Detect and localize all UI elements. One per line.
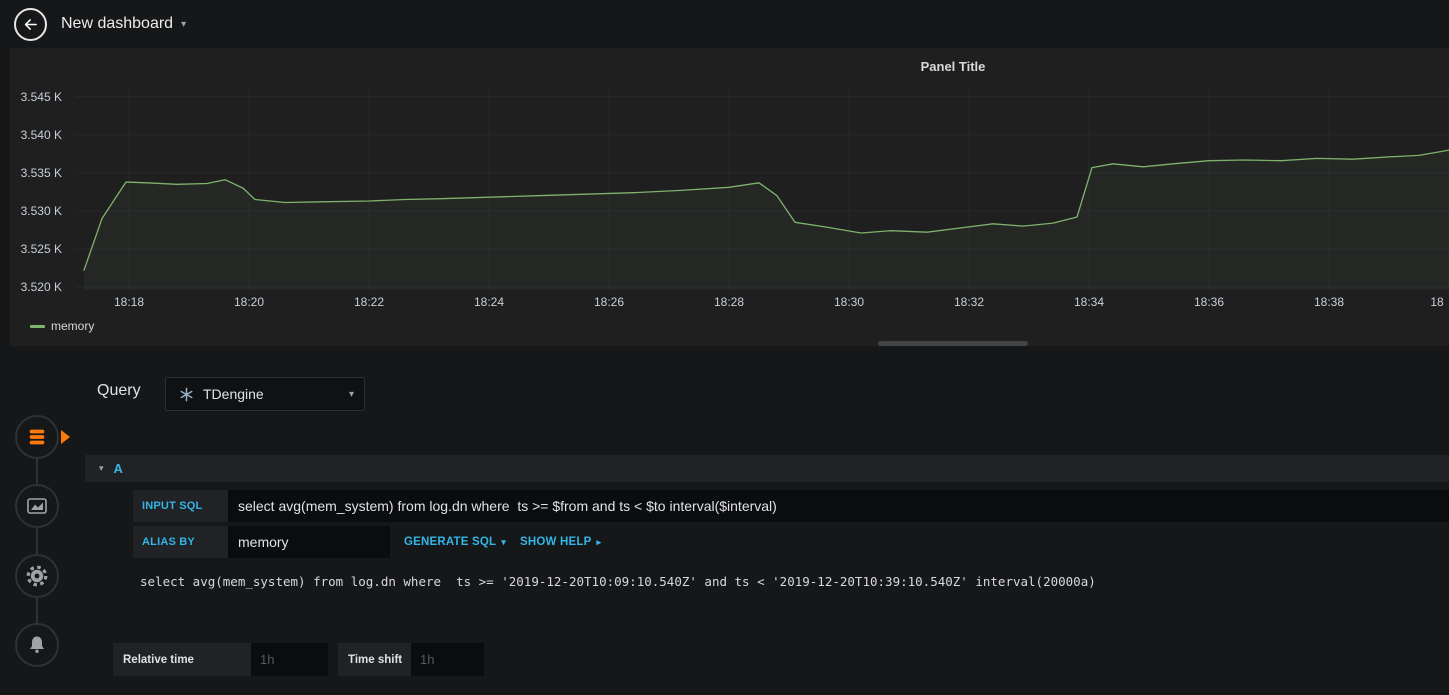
x-axis-tick-label: 18:18 bbox=[113, 295, 145, 309]
input-sql-label: INPUT SQL bbox=[133, 490, 228, 522]
back-button[interactable] bbox=[14, 7, 47, 41]
database-icon bbox=[26, 426, 48, 448]
x-axis-tick-label: 18:22 bbox=[353, 295, 385, 309]
arrow-left-icon bbox=[22, 16, 39, 33]
tab-queries[interactable] bbox=[15, 415, 59, 459]
tab-alert[interactable] bbox=[15, 623, 59, 667]
datasource-name: TDengine bbox=[203, 386, 264, 402]
horizontal-scrollbar[interactable] bbox=[878, 341, 1028, 346]
x-axis-tick-label: 18:28 bbox=[713, 295, 745, 309]
y-axis-tick-label: 3.540 K bbox=[20, 127, 62, 142]
generate-sql-label: GENERATE SQL bbox=[404, 536, 497, 548]
x-axis-tick-label: 18:36 bbox=[1193, 295, 1225, 309]
relative-time-field[interactable] bbox=[251, 643, 328, 676]
query-ref-letter: A bbox=[113, 461, 123, 476]
legend-label: memory bbox=[51, 319, 95, 333]
query-editor: Query TDengine ▾ ▾ A INPUT SQL ALIAS BY … bbox=[85, 365, 1449, 695]
generate-sql-button[interactable]: GENERATE SQL ▾ bbox=[404, 536, 506, 548]
legend-color-dash bbox=[30, 324, 45, 328]
datasource-select[interactable]: TDengine ▾ bbox=[165, 377, 365, 411]
generated-sql-text: select avg(mem_system) from log.dn where… bbox=[140, 574, 1096, 589]
x-axis-tick-label: 18:30 bbox=[833, 295, 865, 309]
query-row-header[interactable]: ▾ A bbox=[85, 455, 1449, 482]
active-tab-arrow-icon bbox=[61, 430, 70, 444]
y-axis-tick-label: 3.530 K bbox=[20, 203, 62, 218]
graph-panel: Panel Title 3.545 K 3.540 K 3.535 K 3.530 K… bbox=[10, 48, 1449, 346]
dashboard-title[interactable]: New dashboard bbox=[61, 15, 173, 33]
navbar: New dashboard ▾ bbox=[0, 0, 1449, 48]
query-section-label: Query bbox=[97, 382, 141, 399]
relative-time-label: Relative time bbox=[113, 643, 251, 676]
y-axis-tick-label: 3.535 K bbox=[20, 165, 62, 180]
tab-general[interactable] bbox=[15, 554, 59, 598]
x-axis-tick-label: 18:20 bbox=[233, 295, 265, 309]
x-axis-tick-label: 18:38 bbox=[1313, 295, 1345, 309]
alias-by-label: ALIAS BY bbox=[133, 526, 228, 558]
alias-by-row: ALIAS BY GENERATE SQL ▾ SHOW HELP ▸ bbox=[133, 526, 601, 558]
y-axis-tick-label: 3.545 K bbox=[20, 89, 62, 104]
tab-rail-connector bbox=[36, 437, 38, 645]
gear-icon bbox=[25, 564, 49, 588]
legend: memory bbox=[30, 319, 94, 333]
y-axis-tick-label: 3.520 K bbox=[20, 279, 62, 294]
tdengine-datasource-icon bbox=[179, 387, 194, 402]
legend-item-memory[interactable]: memory bbox=[30, 319, 94, 333]
show-help-label: SHOW HELP bbox=[520, 536, 592, 548]
chevron-down-icon: ▾ bbox=[501, 536, 506, 547]
y-axis-tick-label: 3.525 K bbox=[20, 241, 62, 256]
x-axis-tick-label: 18:34 bbox=[1073, 295, 1105, 309]
query-options-row: Relative time Time shift bbox=[113, 643, 484, 676]
alias-by-field[interactable] bbox=[228, 526, 390, 558]
time-shift-label: Time shift bbox=[338, 643, 411, 676]
time-shift-field[interactable] bbox=[411, 643, 484, 676]
graph-icon bbox=[25, 494, 49, 518]
bell-icon bbox=[25, 633, 49, 657]
tab-visualization[interactable] bbox=[15, 484, 59, 528]
input-sql-field[interactable] bbox=[228, 490, 1449, 522]
collapse-chevron-icon: ▾ bbox=[99, 463, 104, 473]
time-series-chart[interactable] bbox=[75, 90, 1449, 290]
panel-title[interactable]: Panel Title bbox=[921, 59, 986, 74]
show-help-button[interactable]: SHOW HELP ▸ bbox=[520, 536, 601, 548]
chevron-down-icon: ▾ bbox=[348, 388, 354, 400]
input-sql-row: INPUT SQL bbox=[133, 490, 1449, 522]
chevron-down-icon[interactable]: ▾ bbox=[181, 19, 186, 30]
x-axis-tick-label: 18 bbox=[1430, 295, 1444, 309]
x-axis-tick-label: 18:24 bbox=[473, 295, 505, 309]
x-axis-tick-label: 18:32 bbox=[953, 295, 985, 309]
chevron-right-icon: ▸ bbox=[596, 536, 602, 547]
x-axis-tick-label: 18:26 bbox=[593, 295, 625, 309]
